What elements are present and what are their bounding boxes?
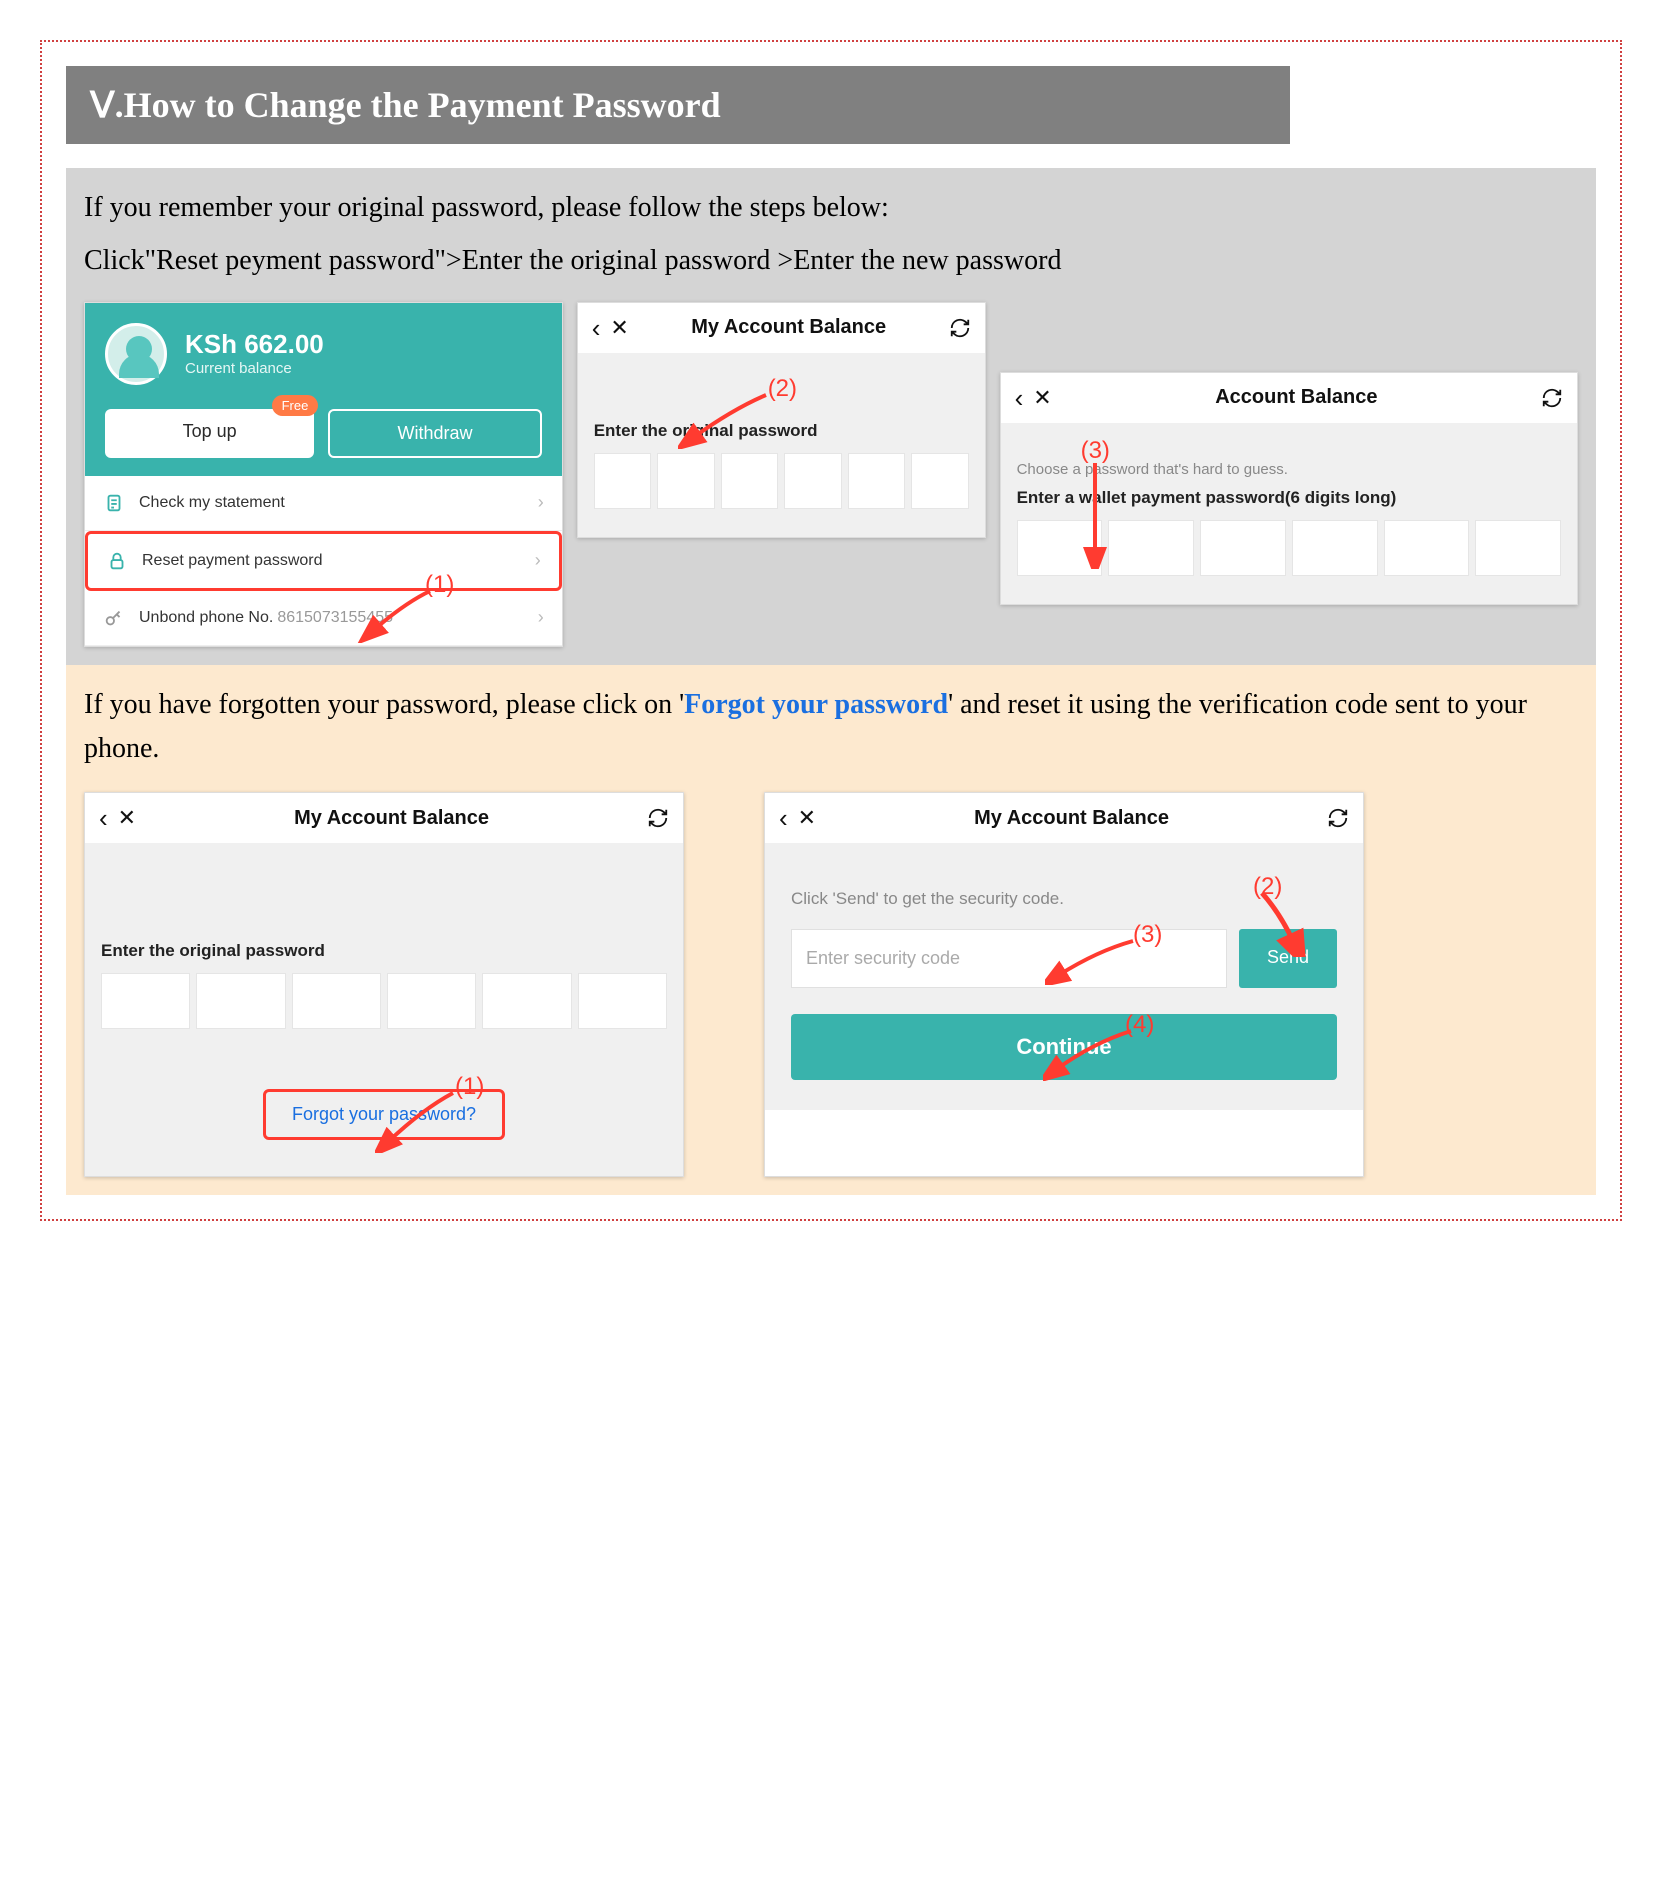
- new-password-label: Enter a wallet payment password(6 digits…: [1017, 488, 1561, 508]
- original-password-label: Enter the original password: [101, 941, 667, 961]
- close-icon[interactable]: ✕: [118, 807, 136, 829]
- continue-button[interactable]: Continue: [791, 1014, 1337, 1080]
- withdraw-button[interactable]: Withdraw: [328, 409, 541, 458]
- unbond-label: Unbond phone No.: [139, 609, 273, 627]
- forgot-password-phrase: Forgot your password: [684, 689, 948, 720]
- chevron-right-icon: ›: [538, 492, 544, 513]
- topup-label: Top up: [183, 421, 237, 441]
- pin-input[interactable]: [1017, 520, 1561, 576]
- forgot-intro: If you have forgotten your password, ple…: [84, 683, 1578, 773]
- close-icon[interactable]: ✕: [798, 807, 816, 829]
- balance-subtitle: Current balance: [185, 360, 324, 377]
- withdraw-label: Withdraw: [398, 423, 473, 443]
- unbond-phone-item[interactable]: Unbond phone No. 8615073155455 ›: [85, 591, 562, 646]
- forgot-password-block: If you have forgotten your password, ple…: [66, 665, 1596, 1196]
- refresh-icon[interactable]: [647, 807, 669, 829]
- statement-label: Check my statement: [139, 494, 285, 512]
- back-icon[interactable]: ‹: [99, 805, 108, 831]
- avatar: [105, 323, 167, 385]
- screen-title: My Account Balance: [146, 807, 637, 830]
- forgot-password-link[interactable]: Forgot your password?: [263, 1089, 505, 1140]
- screenshot-wallet: KSh 662.00 Current balance Free Top up W…: [84, 302, 563, 647]
- document-frame: Ⅴ.How to Change the Payment Password If …: [40, 40, 1622, 1221]
- refresh-icon[interactable]: [1327, 807, 1349, 829]
- refresh-icon[interactable]: [949, 317, 971, 339]
- reset-password-item[interactable]: Reset payment password ›: [85, 531, 562, 591]
- send-button[interactable]: Send: [1239, 929, 1337, 988]
- chevron-right-icon: ›: [538, 607, 544, 628]
- chevron-right-icon: ›: [535, 550, 541, 571]
- screenshot-enter-original: ‹ ✕ My Account Balance Enter the origina…: [577, 302, 986, 538]
- screenshot-forgot-link: ‹ ✕ My Account Balance Enter the origina…: [84, 792, 684, 1177]
- intro-line-2: Click"Reset peyment password">Enter the …: [84, 239, 1578, 284]
- phone-number: 8615073155455: [277, 609, 393, 627]
- balance-amount: KSh 662.00: [185, 330, 324, 359]
- lock-icon: [106, 550, 128, 572]
- screen-title: My Account Balance: [639, 316, 939, 339]
- key-icon: [103, 607, 125, 629]
- remember-password-block: If you remember your original password, …: [66, 168, 1596, 665]
- password-hint: Choose a password that's hard to guess.: [1017, 461, 1561, 478]
- section-title: Ⅴ.How to Change the Payment Password: [66, 66, 1290, 144]
- security-hint: Click 'Send' to get the security code.: [791, 889, 1337, 909]
- back-icon[interactable]: ‹: [592, 315, 601, 341]
- wallet-header: KSh 662.00 Current balance Free Top up W…: [85, 303, 562, 476]
- clipboard-icon: [103, 492, 125, 514]
- pin-input[interactable]: [101, 973, 667, 1029]
- security-code-input[interactable]: Enter security code: [791, 929, 1227, 988]
- refresh-icon[interactable]: [1541, 387, 1563, 409]
- back-icon[interactable]: ‹: [1015, 385, 1024, 411]
- screen-title: My Account Balance: [826, 807, 1317, 830]
- topup-button[interactable]: Free Top up: [105, 409, 314, 458]
- close-icon[interactable]: ✕: [610, 317, 628, 339]
- original-password-label: Enter the original password: [594, 421, 969, 441]
- check-statement-item[interactable]: Check my statement ›: [85, 476, 562, 531]
- intro-line-1: If you remember your original password, …: [84, 186, 1578, 231]
- pin-input[interactable]: [594, 453, 969, 509]
- screenshot-set-new: ‹ ✕ Account Balance Choose a password th…: [1000, 372, 1578, 605]
- reset-label: Reset payment password: [142, 552, 323, 570]
- free-badge: Free: [272, 395, 319, 416]
- screenshot-security-code: ‹ ✕ My Account Balance Click 'Send' to g…: [764, 792, 1364, 1177]
- screen-title: Account Balance: [1062, 386, 1531, 409]
- back-icon[interactable]: ‹: [779, 805, 788, 831]
- close-icon[interactable]: ✕: [1033, 387, 1051, 409]
